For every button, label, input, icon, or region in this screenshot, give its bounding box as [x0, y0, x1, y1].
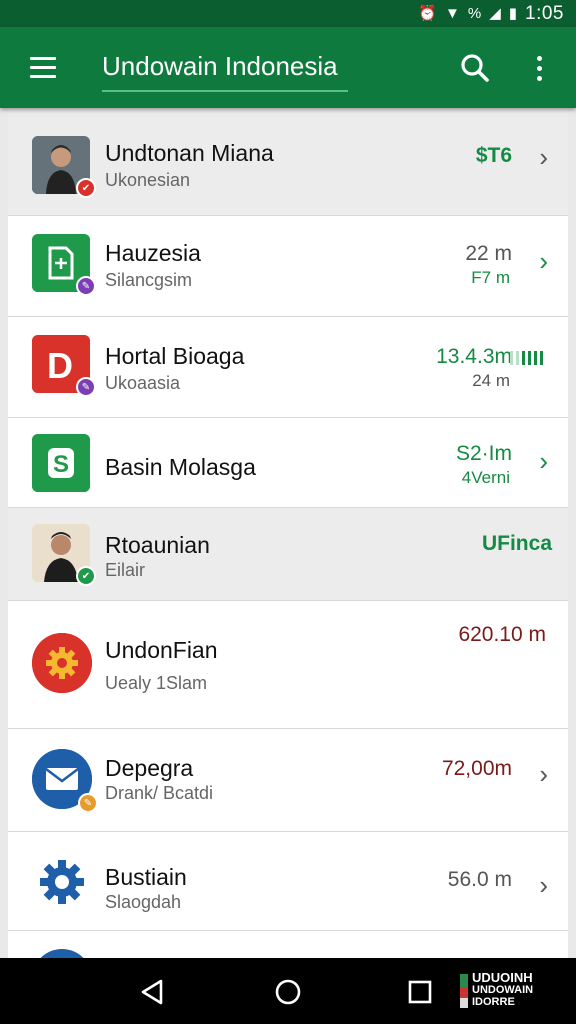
red-badge-icon: ✔ — [76, 178, 96, 198]
brand-logo: UDUOINH UNDOWAIN IDORRE — [460, 971, 560, 1010]
more-vert-icon[interactable] — [524, 49, 554, 87]
status-time: 1:05 — [525, 2, 564, 24]
signal-icon: ◢ — [489, 5, 501, 22]
chevron-right-icon[interactable]: › — [539, 761, 548, 787]
letter-d-icon: D ✎ — [32, 335, 96, 397]
row-amount-secondary: 4Verni — [461, 468, 510, 487]
purple-badge-icon: ✎ — [76, 276, 96, 296]
row-amount: S2·Im — [455, 442, 512, 465]
row-subtitle: Eilair — [105, 560, 146, 580]
gear-icon — [32, 633, 92, 693]
chevron-right-icon[interactable]: › — [539, 144, 548, 170]
letter-s-icon: S — [32, 434, 90, 492]
list-item[interactable]: ✎ Depegra Drank/ Bcatdi 72,00m › — [8, 729, 568, 832]
search-icon[interactable] — [456, 49, 494, 87]
row-amount: 56.0 m — [447, 868, 512, 891]
row-name: Basin Molasga — [105, 454, 256, 480]
row-subtitle: Silancgsim — [105, 270, 193, 290]
wifi-icon: ▼ — [445, 5, 460, 22]
row-amount-secondary: 24 m — [472, 371, 510, 390]
battery-icon: ▮ — [508, 5, 518, 22]
status-bar: ⏰ ▼ % ◢ ▮ 1:05 — [0, 0, 576, 27]
settings-gear-icon — [32, 852, 92, 912]
green-badge-icon: ✔ — [76, 566, 96, 586]
list-item[interactable]: UndonFian Uealy 1Slam 620.10 m — [8, 601, 568, 729]
person-photo-icon: ✔ — [32, 136, 96, 198]
row-name: Depegra — [105, 755, 194, 781]
row-name: Hauzesia — [105, 240, 201, 266]
row-name: UndonFian — [105, 637, 218, 663]
row-amount-secondary: F7 m — [471, 268, 510, 287]
row-amount: UFinca — [481, 532, 552, 555]
mail-icon: ✎ — [32, 749, 98, 813]
row-subtitle: Ukonesian — [105, 170, 191, 190]
row-amount: $T6 — [475, 144, 512, 167]
row-amount: 620.10 m — [458, 623, 546, 646]
orange-badge-icon: ✎ — [78, 793, 98, 813]
row-name: Rtoaunian — [105, 532, 210, 558]
battery-percent-label: % — [467, 5, 482, 22]
alarm-icon: ⏰ — [418, 5, 437, 22]
row-amount: 72,00m — [441, 757, 512, 780]
row-amount: 13.4.3m — [436, 345, 512, 368]
list-item[interactable]: S Basin Molasga S2·Im 4Verni › — [8, 418, 568, 508]
menu-icon[interactable] — [22, 49, 64, 85]
list-item[interactable]: Bustiain Slaogdah 56.0 m › — [8, 832, 568, 931]
back-icon[interactable] — [134, 974, 170, 1010]
chevron-right-icon[interactable]: › — [539, 448, 548, 474]
purple-badge-icon: ✎ — [76, 377, 96, 397]
bars-icon — [510, 351, 554, 365]
document-icon: ✎ — [32, 234, 96, 296]
recents-icon[interactable] — [402, 974, 438, 1010]
row-amount: 22 m — [465, 242, 512, 265]
svg-text:D: D — [47, 345, 73, 386]
list-item[interactable]: D ✎ Hortal Bioaga Ukoaasia 13.4.3m 24 m — [8, 317, 568, 418]
list-item[interactable]: ✔ Rtoaunian Eilair UFinca — [8, 508, 568, 601]
account-list: ✔ Undtonan Miana Ukonesian $T6 › ✎ Hauze… — [8, 108, 568, 958]
list-item[interactable]: ✎ Hauzesia Silancgsim 22 m F7 m › — [8, 216, 568, 317]
row-subtitle: Uealy 1Slam — [105, 673, 208, 693]
svg-text:S: S — [53, 451, 69, 478]
person-photo-icon: ✔ — [32, 524, 96, 586]
list-item[interactable]: ✔ Undtonan Miana Ukonesian $T6 › — [8, 108, 568, 216]
row-subtitle: Ukoaasia — [105, 373, 181, 393]
list-item[interactable] — [8, 931, 568, 958]
row-name: Undtonan Miana — [105, 140, 274, 166]
app-icon — [32, 949, 92, 958]
chevron-right-icon[interactable]: › — [539, 248, 548, 274]
home-icon[interactable] — [270, 974, 306, 1010]
row-name: Hortal Bioaga — [105, 343, 245, 369]
navigation-bar: UDUOINH UNDOWAIN IDORRE — [0, 958, 576, 1024]
app-title: Undowain Indonesia — [102, 51, 348, 92]
row-subtitle: Drank/ Bcatdi — [105, 783, 214, 803]
row-name: Bustiain — [105, 864, 187, 890]
row-subtitle: Slaogdah — [105, 892, 182, 912]
chevron-right-icon[interactable]: › — [539, 872, 548, 898]
app-bar: Undowain Indonesia — [0, 27, 576, 108]
